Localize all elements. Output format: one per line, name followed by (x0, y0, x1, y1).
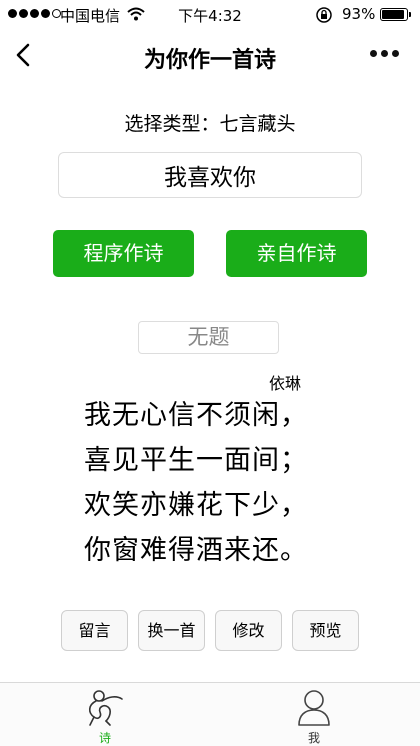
poem-line: 喜见平生一面间； (84, 445, 308, 476)
status-bar: 中国电信 下午4:32 93% (0, 0, 420, 28)
tab-poem[interactable]: 诗 (65, 687, 145, 746)
poem-type-selector[interactable]: 选择类型：七言藏头 (0, 109, 420, 136)
more-dot-icon (370, 50, 377, 57)
rotation-lock-icon (315, 6, 333, 28)
poem-line: 我无心信不须闲， (84, 400, 308, 431)
poem-body: 我无心信不须闲， 喜见平生一面间； 欢笑亦嫌花下少， 你窗难得酒来还。 (84, 393, 384, 573)
battery-icon (380, 8, 408, 21)
preview-button[interactable]: 预览 (292, 610, 359, 651)
battery-percentage: 93% (342, 5, 376, 23)
user-profile-icon (298, 690, 330, 726)
poem-line: 你窗难得酒来还。 (84, 535, 308, 566)
poem-title-field[interactable]: 无题 (138, 321, 279, 354)
auto-compose-button[interactable]: 程序作诗 (53, 230, 194, 277)
nav-bar: 为你作一首诗 (0, 28, 420, 82)
edit-button[interactable]: 修改 (215, 610, 282, 651)
tab-me-label: 我 (307, 731, 320, 745)
more-options-button[interactable] (370, 50, 399, 57)
battery-tip (409, 12, 411, 17)
poem-figure-icon (88, 690, 123, 726)
tab-poem-label: 诗 (98, 731, 111, 745)
tab-me[interactable]: 我 (274, 687, 354, 746)
tab-bar: 诗 我 (0, 682, 420, 746)
more-dot-icon (381, 50, 388, 57)
poem-line: 欢笑亦嫌花下少， (84, 490, 308, 521)
head-words-input[interactable] (58, 152, 362, 198)
self-compose-button[interactable]: 亲自作诗 (226, 230, 367, 277)
more-dot-icon (392, 50, 399, 57)
poem-author: 依琳 (269, 374, 302, 393)
page-title: 为你作一首诗 (143, 48, 276, 73)
comment-button[interactable]: 留言 (61, 610, 128, 651)
change-poem-button[interactable]: 换一首 (138, 610, 205, 651)
